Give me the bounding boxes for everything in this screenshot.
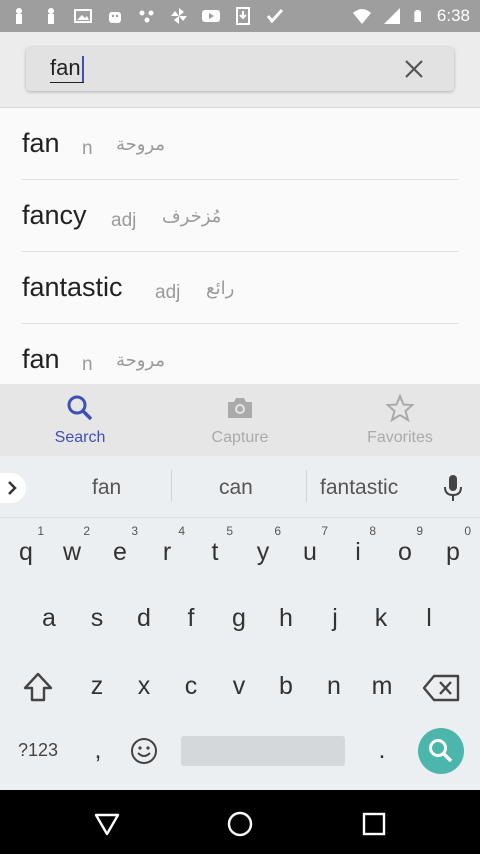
emoji-icon[interactable]	[130, 737, 158, 765]
suggestion-item[interactable]: fan	[92, 476, 121, 500]
star-icon	[386, 394, 414, 422]
key-e[interactable]: e3	[109, 524, 138, 567]
navigation-bar	[0, 790, 480, 854]
check-icon	[266, 8, 284, 24]
result-translation: مروحة	[116, 134, 166, 154]
status-bar: 6:38	[0, 0, 480, 32]
result-pos: n	[82, 138, 93, 159]
list-item[interactable]: fan n مروحة	[22, 324, 458, 384]
key-t[interactable]: t5	[204, 524, 233, 567]
key-d[interactable]: d	[133, 604, 155, 633]
symbols-key[interactable]: ?123	[12, 740, 64, 761]
shift-icon[interactable]	[22, 671, 54, 703]
key-f[interactable]: f	[180, 604, 202, 633]
suggestion-strip: fan can fantastic	[0, 456, 480, 518]
space-key[interactable]	[181, 736, 345, 766]
key-m[interactable]: m	[368, 672, 396, 701]
suggestion-item[interactable]: fantastic	[320, 476, 398, 500]
key-i[interactable]: i8	[347, 524, 376, 567]
key-comma[interactable]: ,	[88, 736, 108, 765]
tab-search[interactable]: Search	[0, 384, 160, 456]
divider	[306, 470, 307, 502]
list-item[interactable]: fan n مروحة	[22, 108, 458, 180]
search-query[interactable]: fan	[50, 56, 84, 84]
notification-icons	[10, 7, 284, 25]
battery-icon	[414, 10, 421, 22]
clock: 6:38	[436, 6, 470, 25]
result-pos: adj	[155, 282, 181, 303]
android-icon	[109, 12, 121, 23]
notification-person-icon	[16, 8, 22, 24]
microphone-icon[interactable]	[442, 473, 464, 503]
search-header: fan	[0, 32, 480, 108]
wifi-icon	[352, 9, 371, 24]
result-word: fan	[22, 128, 60, 158]
tab-label: Favorites	[367, 429, 433, 446]
key-u[interactable]: u7	[299, 524, 328, 567]
key-r[interactable]: r4	[156, 524, 185, 567]
key-j[interactable]: j	[324, 604, 346, 633]
key-b[interactable]: b	[275, 672, 297, 701]
tab-label: Capture	[211, 429, 269, 446]
search-submit-button[interactable]	[418, 728, 464, 774]
key-c[interactable]: c	[180, 672, 202, 701]
tab-label: Search	[54, 429, 106, 446]
result-word: fantastic	[22, 272, 123, 302]
key-period[interactable]: .	[372, 736, 392, 765]
result-pos: adj	[111, 210, 137, 231]
download-icon	[236, 7, 250, 25]
youtube-icon	[202, 10, 220, 22]
result-translation: مُزخرف	[162, 206, 222, 226]
expand-suggestions-button[interactable]	[0, 473, 26, 503]
pinwheel-icon	[171, 8, 187, 24]
key-w[interactable]: w2	[61, 524, 90, 567]
text-caret	[81, 56, 84, 83]
key-k[interactable]: k	[370, 604, 392, 633]
home-icon[interactable]	[226, 810, 254, 838]
tab-capture[interactable]: Capture	[160, 384, 320, 456]
bottom-tabs: Search Capture Favorites	[0, 384, 480, 456]
list-item[interactable]: fantastic adj رائع	[22, 252, 458, 324]
backspace-icon[interactable]	[422, 674, 460, 702]
results-list: fan n مروحة fancy adj مُزخرف fantastic a…	[0, 108, 480, 384]
system-icons: 6:38	[352, 6, 470, 26]
key-z[interactable]: z	[86, 672, 108, 701]
recents-icon[interactable]	[360, 810, 388, 838]
suggestion-item[interactable]: can	[219, 476, 253, 500]
search-icon	[429, 739, 453, 763]
result-translation: مروحة	[116, 350, 166, 370]
tab-favorites[interactable]: Favorites	[320, 384, 480, 456]
divider	[171, 470, 172, 502]
key-q[interactable]: q1	[15, 524, 44, 567]
key-s[interactable]: s	[86, 604, 108, 633]
search-icon	[67, 395, 93, 421]
key-x[interactable]: x	[133, 672, 155, 701]
chevron-right-icon	[8, 481, 17, 495]
camera-icon	[228, 398, 252, 418]
result-translation: رائع	[206, 278, 235, 298]
list-item[interactable]: fancy adj مُزخرف	[22, 180, 458, 252]
keyboard: q1 w2 e3 r4 t5 y6 u7 i8 o9 p0 a s d f g …	[0, 518, 480, 790]
key-h[interactable]: h	[275, 604, 297, 633]
key-y[interactable]: y6	[252, 524, 281, 567]
notification-person-icon	[48, 8, 54, 24]
signal-icon	[383, 8, 400, 24]
key-g[interactable]: g	[228, 604, 250, 633]
result-pos: n	[82, 354, 93, 375]
key-v[interactable]: v	[228, 672, 250, 701]
key-l[interactable]: l	[418, 604, 440, 633]
key-a[interactable]: a	[38, 604, 60, 633]
clear-search-icon[interactable]	[402, 57, 426, 81]
result-word: fancy	[22, 200, 87, 230]
search-input[interactable]: fan	[26, 47, 454, 91]
dots-icon	[139, 10, 154, 23]
image-icon	[74, 9, 92, 23]
key-n[interactable]: n	[323, 672, 345, 701]
back-icon[interactable]	[93, 810, 121, 838]
key-p[interactable]: p0	[442, 524, 471, 567]
key-o[interactable]: o9	[394, 524, 423, 567]
result-word: fan	[22, 344, 60, 374]
